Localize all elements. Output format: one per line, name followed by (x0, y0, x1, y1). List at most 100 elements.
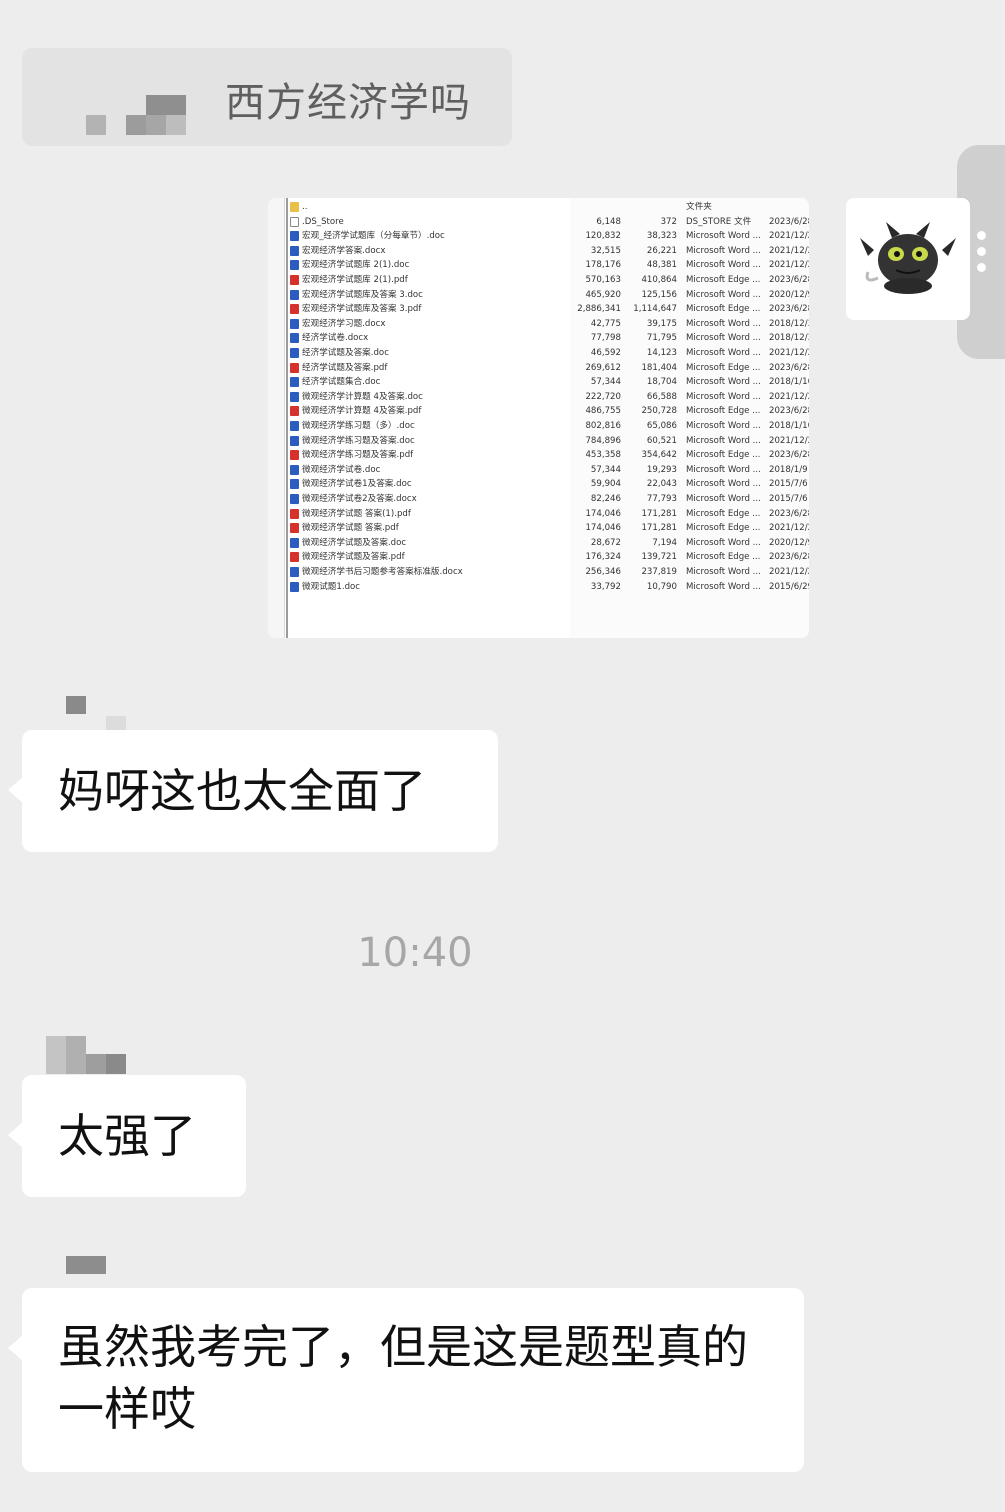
file-row[interactable]: 经济学试题及答案.doc 46,592 14,123 Microsoft Word .… (288, 346, 809, 360)
file-date: 2021/12/2 (769, 523, 809, 534)
file-size: 256,346 (585, 567, 621, 577)
file-name: .. (302, 202, 308, 212)
file-date: 2018/12/3 (769, 333, 809, 344)
file-row[interactable]: 微观经济学计算题 4及答案.doc 222,720 66,588 Microsoft … (288, 390, 809, 404)
file-row[interactable]: 微观经济学试卷2及答案.docx 82,246 77,793 Microsoft Wo… (288, 492, 809, 506)
file-packed-size: 38,323 (646, 231, 677, 242)
pdf-icon (290, 362, 299, 373)
file-name: 微观经济学练习题及答案.pdf (302, 450, 414, 461)
file-row[interactable]: .DS_Store 6,148 372 DS_STORE 文件 2023/6/28 (288, 215, 809, 229)
file-row[interactable]: 微观经济学试题 答案(1).pdf 174,046 171,281 Microsoft… (288, 507, 809, 521)
file-row[interactable]: 微观经济学书后习题参考答案标准版.docx 256,346 237,819 Micro… (288, 565, 809, 579)
message-bubble[interactable]: 虽然我考完了，但是这是题型真的一样哎 (8, 1288, 804, 1472)
file-list-screenshot[interactable]: .. 文件夹 .DS_Store 6,148 372 DS_STORE 文件 2023/6/… (268, 198, 809, 638)
file-row[interactable]: 经济学试题及答案.pdf 269,612 181,404 Microsoft Edge… (288, 361, 809, 375)
file-size: 2,886,341 (577, 304, 621, 315)
file-date: 2021/12/2 (769, 348, 809, 358)
word-icon (290, 464, 299, 475)
file-row[interactable]: 微观经济学计算题 4及答案.pdf 486,755 250,728 Microsoft… (288, 404, 809, 418)
file-name: 宏观经济学答案.docx (302, 245, 386, 256)
file-packed-size: 60,521 (646, 435, 677, 446)
file-row[interactable]: 微观经济学试题及答案.pdf 176,324 139,721 Microsoft Ed… (288, 550, 809, 564)
file-name: 宏观经济学试题库 2(1).pdf (302, 275, 408, 285)
file-type: Microsoft Word ... (686, 537, 761, 548)
message-text: 妈呀这也太全面了 (58, 764, 426, 818)
file-date: 2015/6/29 (769, 581, 809, 592)
word-icon (290, 289, 299, 300)
file-type: Microsoft Word ... (686, 377, 761, 388)
file-type: Microsoft Word ... (686, 348, 761, 358)
file-packed-size: 139,721 (641, 552, 677, 563)
more-dot (977, 247, 986, 256)
file-row[interactable]: 宏观经济学试题库及答案 3.doc 465,920 125,156 Microsoft… (288, 288, 809, 302)
file-type: Microsoft Edge ... (686, 523, 761, 534)
file-type: Microsoft Word ... (686, 391, 761, 402)
file-type: DS_STORE 文件 (686, 216, 752, 227)
file-row[interactable]: 微观经济学练习题及答案.doc 784,896 60,521 Microsoft Wo… (288, 434, 809, 448)
file-name: 微观经济学试题及答案.doc (302, 537, 407, 548)
file-row[interactable]: 经济学试题集合.doc 57,344 18,704 Microsoft Word ..… (288, 375, 809, 389)
file-row[interactable]: 微观经济学试题及答案.doc 28,672 7,194 Microsoft Word … (288, 536, 809, 550)
pdf-icon (290, 406, 299, 417)
file-row[interactable]: 宏观经济学答案.docx 32,515 26,221 Microsoft Word .… (288, 244, 809, 258)
word-icon (290, 421, 299, 431)
file-date: 2023/6/28 (769, 304, 809, 315)
message-bubble[interactable]: 太强了 (8, 1075, 246, 1197)
file-packed-size: 71,795 (646, 333, 677, 344)
file-row[interactable]: 微观试题1.doc 33,792 10,790 Microsoft Word ... 2… (288, 580, 809, 594)
file-date: 2021/12/2 (769, 391, 809, 402)
file-row[interactable]: 微观经济学练习题（多）.doc 802,816 65,086 Microsoft Wo… (288, 419, 809, 433)
file-packed-size: 14,123 (646, 348, 677, 358)
file-name: 微观经济学试题 答案(1).pdf (302, 508, 411, 519)
file-type: Microsoft Edge ... (686, 450, 761, 461)
file-row[interactable]: 微观经济学试卷.doc 57,344 19,293 Microsoft Word ..… (288, 463, 809, 477)
file-date: 2018/12/3 (769, 318, 809, 329)
file-row[interactable]: 宏观经济学习题.docx 42,775 39,175 Microsoft Word .… (288, 317, 809, 331)
file-type: Microsoft Word ... (686, 421, 761, 431)
file-row[interactable]: 微观经济学试卷1及答案.doc 59,904 22,043 Microsoft Wor… (288, 477, 809, 491)
file-size: 120,832 (585, 231, 621, 242)
file-type: Microsoft Word ... (686, 260, 761, 271)
file-name: 经济学试题及答案.pdf (302, 362, 388, 373)
quoted-message-text: 西方经济学吗 (225, 80, 471, 126)
file-packed-size: 18,704 (646, 377, 677, 388)
file-date: 2018/1/9 (769, 464, 808, 475)
pdf-icon (290, 508, 299, 519)
more-dot (977, 263, 986, 272)
pdf-icon (290, 275, 299, 285)
file-row[interactable]: 宏观经济学试题库及答案 3.pdf 2,886,341 1,114,647 Micro… (288, 302, 809, 316)
file-packed-size: 171,281 (641, 523, 677, 534)
word-icon (290, 391, 299, 402)
file-name: 微观经济学练习题（多）.doc (302, 421, 415, 431)
file-type: Microsoft Word ... (686, 435, 761, 446)
file-date: 2021/12/2 (769, 231, 809, 242)
message-bubble[interactable]: 妈呀这也太全面了 (8, 730, 498, 852)
file-date: 2020/12/9 (769, 537, 809, 548)
file-date: 2023/6/28 (769, 552, 809, 563)
file-type: Microsoft Word ... (686, 479, 761, 490)
file-type: Microsoft Word ... (686, 289, 761, 300)
file-date: 2023/6/28 (769, 275, 809, 285)
file-row[interactable]: 宏观经济学试题库 2(1).doc 178,176 48,381 Microsoft … (288, 258, 809, 272)
file-name: 微观试题1.doc (302, 581, 361, 592)
file-size: 32,515 (590, 245, 621, 256)
file-row[interactable]: .. 文件夹 (288, 200, 809, 214)
file-row[interactable]: 微观经济学试题 答案.pdf 174,046 171,281 Microsoft Ed… (288, 521, 809, 535)
file-row[interactable]: 微观经济学练习题及答案.pdf 453,358 354,642 Microsoft E… (288, 448, 809, 462)
file-name: 微观经济学试卷2及答案.docx (302, 494, 417, 504)
file-date: 2021/12/2 (769, 260, 809, 271)
file-row[interactable]: 宏观_经济学试题库（分每章节）.doc 120,832 38,323 Microsof… (288, 229, 809, 243)
file-name: .DS_Store (302, 216, 344, 227)
file-size: 570,163 (585, 275, 621, 285)
folder-icon (290, 202, 299, 212)
file-row[interactable]: 经济学试卷.docx 77,798 71,795 Microsoft Word ...… (288, 331, 809, 345)
file-type: Microsoft Word ... (686, 318, 761, 329)
file-name: 宏观经济学试题库 2(1).doc (302, 260, 410, 271)
word-icon (290, 581, 299, 592)
avatar[interactable] (846, 198, 970, 320)
file-row[interactable]: 宏观经济学试题库 2(1).pdf 570,163 410,864 Microsoft… (288, 273, 809, 287)
dragon-avatar-icon (860, 222, 956, 294)
file-type: Microsoft Edge ... (686, 406, 761, 417)
file-name: 微观经济学试卷.doc (302, 464, 381, 475)
file-packed-size: 237,819 (641, 567, 677, 577)
